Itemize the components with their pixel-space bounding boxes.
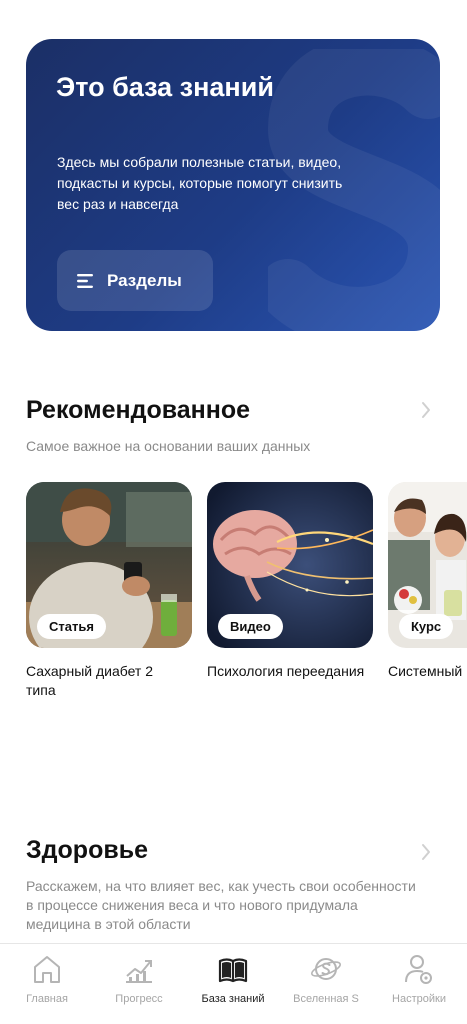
tab-settings-label: Настройки	[392, 993, 446, 1005]
recommended-cards-carousel[interactable]: Статья Сахарный диабет 2 типа Видео Псих…	[26, 482, 467, 722]
recommended-chevron-right-icon[interactable]	[420, 400, 432, 420]
hero-title: Это база знаний	[56, 72, 274, 102]
card-badge-course: Курс	[399, 614, 454, 639]
card-title: Сахарный диабет 2 типа	[26, 663, 154, 698]
tab-universe-s[interactable]: Вселенная S	[281, 952, 371, 1016]
tab-progress[interactable]: Прогресс	[94, 952, 184, 1016]
tab-progress-label: Прогресс	[115, 993, 163, 1005]
home-icon	[34, 956, 60, 983]
card-image-couple-food: Курс	[388, 482, 467, 648]
recommended-title: Рекомендованное	[26, 396, 251, 424]
tab-universe-s-label: Вселенная S	[293, 993, 359, 1005]
content-card-diabetes[interactable]: Статья Сахарный диабет 2 типа	[26, 482, 192, 700]
hero-description: Здесь мы собрали полезные статьи, видео,…	[57, 154, 343, 212]
card-title: Системный подход	[388, 663, 467, 679]
card-title: Психология переедания	[207, 663, 365, 679]
menu-icon	[77, 273, 93, 288]
card-image-man-kitchen: Статья	[26, 482, 192, 648]
bottom-tab-bar: Главная Прогресс База знаний Вселенная S	[0, 943, 467, 1024]
tab-knowledge-base-label: База знаний	[201, 993, 265, 1005]
knowledge-base-hero-card: Это база знаний Здесь мы собрали полезны…	[26, 39, 440, 331]
recommended-subtitle: Самое важное на основании ваших данных	[26, 438, 311, 454]
health-subtitle: Расскажем, на что влияет вес, как учесть…	[26, 878, 416, 932]
card-image-brain: Видео	[207, 482, 373, 648]
progress-chart-icon	[126, 960, 152, 983]
sections-button-label: Разделы	[107, 270, 182, 290]
tab-knowledge-base[interactable]: База знаний	[188, 952, 278, 1016]
health-title: Здоровье	[26, 836, 148, 864]
card-badge-article: Статья	[37, 614, 106, 639]
card-badge-video: Видео	[218, 614, 283, 639]
settings-user-icon	[405, 955, 432, 984]
tab-settings[interactable]: Настройки	[374, 952, 464, 1016]
planet-s-icon	[311, 958, 341, 980]
tab-home-label: Главная	[26, 993, 68, 1005]
sections-button[interactable]: Разделы	[57, 250, 213, 311]
book-icon	[218, 958, 248, 983]
content-card-overeating-psychology[interactable]: Видео Психология переедания	[207, 482, 373, 681]
content-card-system-approach[interactable]: Курс Системный подход	[388, 482, 467, 681]
health-chevron-right-icon[interactable]	[420, 842, 432, 862]
tab-home[interactable]: Главная	[2, 952, 92, 1016]
